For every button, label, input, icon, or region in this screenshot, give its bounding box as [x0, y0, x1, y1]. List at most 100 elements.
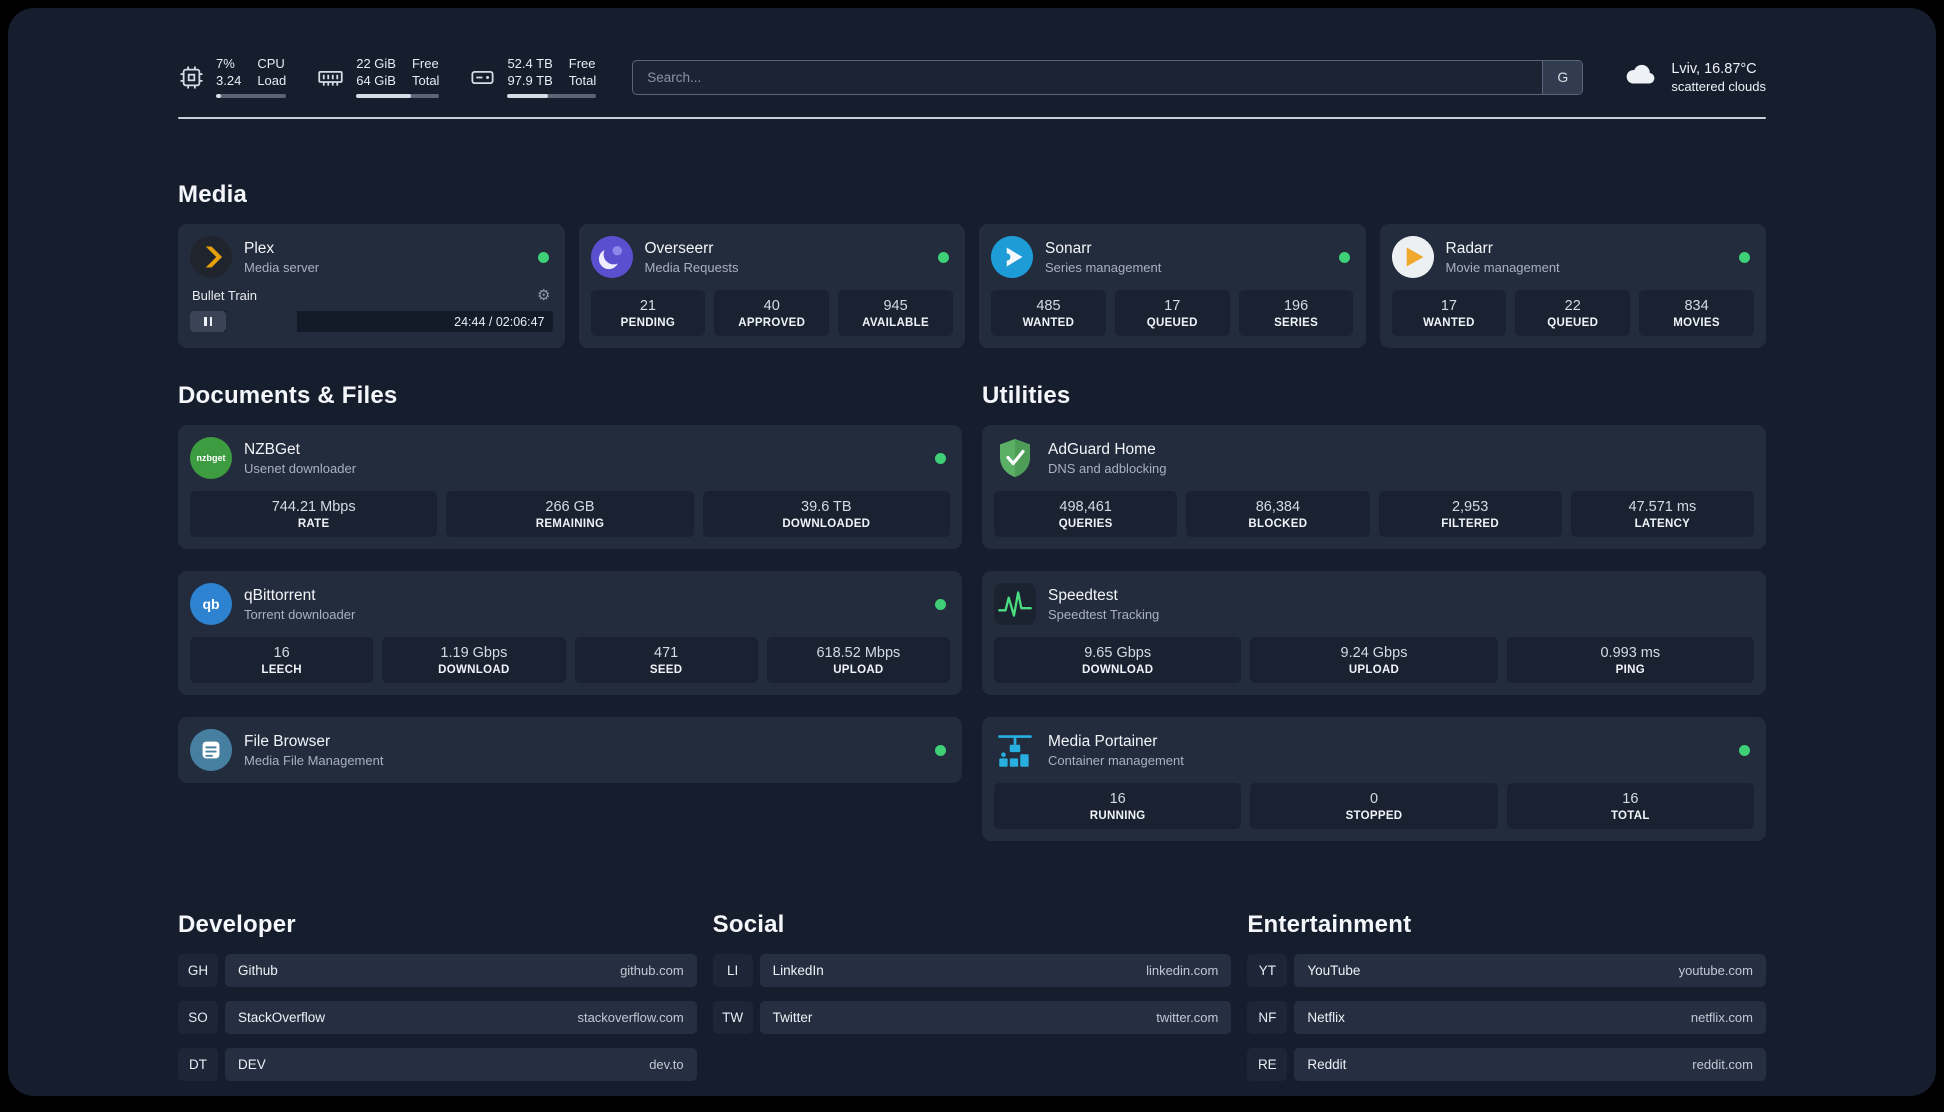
- nzbget-card[interactable]: nzbget NZBGet Usenet downloader 744.21 M…: [178, 425, 962, 549]
- status-dot: [935, 452, 946, 464]
- memory-usage-widget: 22 GiB 64 GiB Free Total: [316, 56, 440, 98]
- bookmark-name: Reddit: [1307, 1057, 1347, 1072]
- status-dot: [938, 251, 949, 263]
- speedtest-icon: [994, 583, 1036, 625]
- pause-icon[interactable]: [190, 311, 226, 332]
- plex-card[interactable]: Plex Media server Bullet Train ⚙ 24:44 /…: [178, 224, 565, 348]
- ram-icon: [316, 64, 345, 91]
- playback-progress-fill: [226, 311, 297, 332]
- bookmark-github[interactable]: GH Github github.com: [178, 954, 697, 987]
- portainer-icon: [994, 729, 1036, 771]
- portainer-card[interactable]: Media Portainer Container management 16 R…: [982, 717, 1766, 841]
- radarr-card[interactable]: Radarr Movie management 17 WANTED 22 QUEUE…: [1379, 224, 1766, 348]
- nzbget-icon: nzbget: [190, 437, 232, 479]
- stat-approved: 40 APPROVED: [714, 290, 830, 336]
- app-name: File Browser: [244, 732, 331, 750]
- disk-total-value: 97.9 TB: [507, 73, 553, 88]
- stat-running: 16 RUNNING: [994, 783, 1242, 829]
- adguard-card[interactable]: AdGuard Home DNS and adblocking 498,461 Q…: [982, 425, 1766, 549]
- app-subtitle: Media Requests: [644, 259, 739, 275]
- bookmark-url: reddit.com: [1692, 1057, 1753, 1072]
- stat-download: 1.19 Gbps DOWNLOAD: [382, 637, 566, 683]
- status-dot: [935, 598, 946, 610]
- app-name: AdGuard Home: [1048, 440, 1156, 458]
- overseerr-card[interactable]: Overseerr Media Requests 21 PENDING 40 APP…: [578, 224, 965, 348]
- cpu-load-value: 3.24: [216, 73, 242, 88]
- app-name: Overseerr: [644, 239, 714, 257]
- bookmark-abbr: YT: [1247, 954, 1288, 987]
- bookmark-youtube[interactable]: YT YouTube youtube.com: [1247, 954, 1766, 987]
- cpu-load-label: Load: [257, 73, 287, 88]
- stat-downloaded: 39.6 TB DOWNLOADED: [702, 491, 950, 537]
- bookmark-netflix[interactable]: NF Netflix netflix.com: [1247, 1001, 1766, 1034]
- disk-usage-widget: 52.4 TB 97.9 TB Free Total: [469, 56, 597, 98]
- status-dot: [1739, 251, 1750, 263]
- cpu-usage-value: 7%: [216, 56, 235, 72]
- status-dot: [1739, 744, 1750, 756]
- bookmark-dev[interactable]: DT DEV dev.to: [178, 1048, 697, 1081]
- app-subtitle: DNS and adblocking: [1048, 460, 1167, 476]
- ram-total-label: Total: [411, 73, 440, 88]
- stat-seed: 471 SEED: [574, 637, 758, 683]
- stat-filtered: 2,953 FILTERED: [1378, 491, 1562, 537]
- ram-usage-bar: [356, 93, 440, 98]
- cpu-label: CPU: [257, 56, 285, 72]
- section-title-developer: Developer: [178, 911, 296, 938]
- app-subtitle: Movie management: [1445, 259, 1560, 275]
- settings-gear-icon[interactable]: ⚙: [537, 288, 550, 303]
- qbittorrent-card[interactable]: qb qBittorrent Torrent downloader 16 LEEC…: [178, 571, 962, 695]
- app-name: Radarr: [1445, 239, 1493, 257]
- app-name: Sonarr: [1045, 239, 1092, 257]
- bookmark-abbr: RE: [1247, 1048, 1288, 1081]
- bookmark-stackoverflow[interactable]: SO StackOverflow stackoverflow.com: [178, 1001, 697, 1034]
- disk-free-value: 52.4 TB: [507, 56, 553, 72]
- stat-upload: 9.24 Gbps UPLOAD: [1250, 637, 1498, 683]
- stat-blocked: 86,384 BLOCKED: [1186, 491, 1370, 537]
- section-title-social: Social: [712, 911, 785, 938]
- app-name: qBittorrent: [244, 586, 316, 604]
- stat-pending: 21 PENDING: [590, 290, 706, 336]
- section-title-utilities: Utilities: [982, 382, 1071, 409]
- stat-movies: 834 MOVIES: [1639, 290, 1754, 336]
- dashboard-panel: 7% 3.24 CPU Load 22 GiB 64 GiB Free Tota…: [8, 8, 1936, 1096]
- disk-usage-bar: [507, 93, 597, 98]
- stat-available: 945 AVAILABLE: [838, 290, 953, 336]
- section-title-media: Media: [178, 181, 248, 208]
- now-playing-title: Bullet Train: [192, 288, 258, 303]
- search-input[interactable]: [633, 60, 1543, 94]
- status-dot: [935, 744, 946, 756]
- cloud-icon: [1623, 62, 1659, 92]
- bookmark-reddit[interactable]: RE Reddit reddit.com: [1247, 1048, 1766, 1081]
- stat-leech: 16 LEECH: [190, 637, 374, 683]
- speedtest-card[interactable]: Speedtest Speedtest Tracking 9.65 Gbps DO…: [982, 571, 1766, 695]
- search-bar: G: [632, 59, 1584, 95]
- disk-icon: [469, 64, 496, 91]
- adguard-icon: [994, 437, 1036, 479]
- app-name: Plex: [244, 239, 275, 257]
- bookmark-linkedin[interactable]: LI LinkedIn linkedin.com: [712, 954, 1232, 987]
- bookmark-twitter[interactable]: TW Twitter twitter.com: [712, 1001, 1232, 1034]
- bookmark-abbr: GH: [178, 954, 218, 987]
- header-divider: [178, 117, 1766, 119]
- app-subtitle: Media File Management: [244, 752, 384, 768]
- sonarr-card[interactable]: Sonarr Series management 485 WANTED 17 QUE…: [979, 224, 1366, 348]
- app-subtitle: Usenet downloader: [244, 460, 357, 476]
- bookmark-url: github.com: [620, 963, 684, 978]
- ram-total-value: 64 GiB: [356, 73, 396, 88]
- stat-wanted: 485 WANTED: [991, 290, 1106, 336]
- stat-rate: 744.21 Mbps RATE: [190, 491, 438, 537]
- bookmark-url: stackoverflow.com: [577, 1010, 684, 1025]
- search-engine-button[interactable]: G: [1542, 60, 1583, 94]
- playback-progress-bar[interactable]: 24:44 / 02:06:47: [190, 311, 553, 332]
- app-name: Media Portainer: [1048, 732, 1158, 750]
- bookmark-abbr: LI: [712, 954, 753, 987]
- bookmark-name: YouTube: [1307, 963, 1361, 978]
- stat-ping: 0.993 ms PING: [1506, 637, 1754, 683]
- filebrowser-card[interactable]: File Browser Media File Management: [178, 717, 962, 783]
- bookmark-name: Twitter: [772, 1010, 813, 1025]
- section-title-documents: Documents & Files: [178, 382, 398, 409]
- stat-download: 9.65 Gbps DOWNLOAD: [994, 637, 1242, 683]
- bookmark-name: DEV: [238, 1057, 266, 1072]
- stat-queued: 17 QUEUED: [1114, 290, 1230, 336]
- stat-latency: 47.571 ms LATENCY: [1570, 491, 1754, 537]
